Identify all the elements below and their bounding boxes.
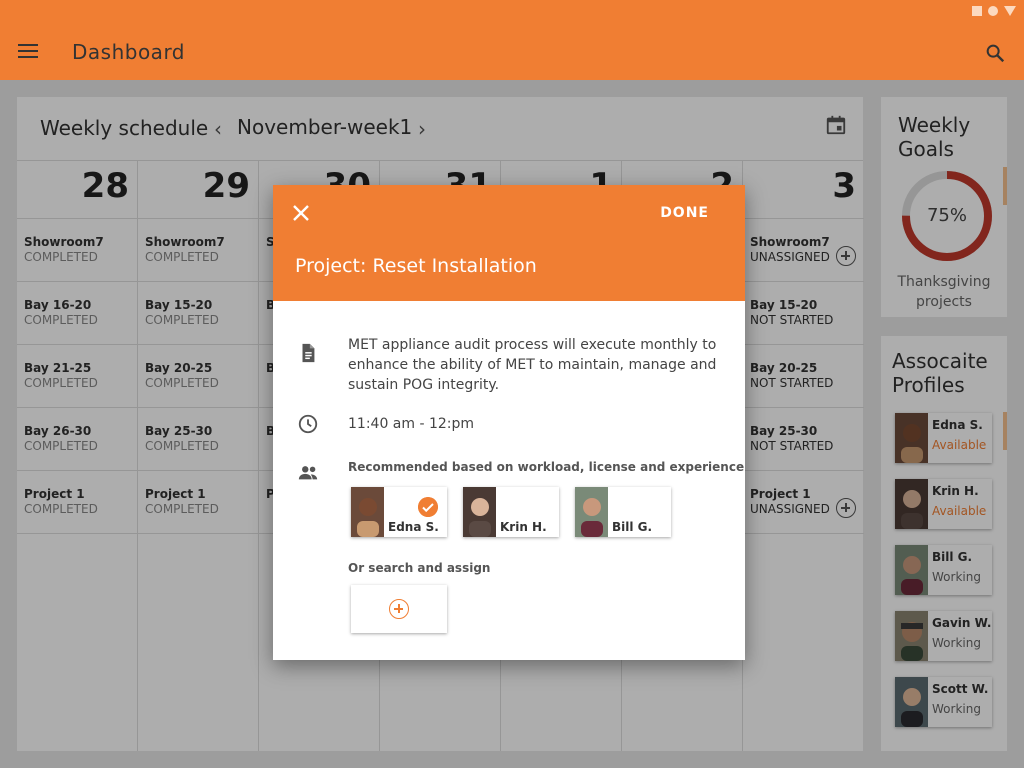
project-dialog: DONE Project: Reset Installation MET app… xyxy=(273,185,745,660)
done-button[interactable]: DONE xyxy=(660,205,709,221)
people-icon xyxy=(298,466,318,480)
avatar xyxy=(351,487,384,537)
search-icon[interactable] xyxy=(984,42,1006,64)
check-icon xyxy=(418,497,438,517)
search-assign-label: Or search and assign xyxy=(348,561,491,575)
dialog-title: Project: Reset Installation xyxy=(295,255,537,277)
project-time: 11:40 am - 12:pm xyxy=(348,416,475,432)
project-description: MET appliance audit process will execute… xyxy=(348,337,717,393)
status-bar-icons xyxy=(972,6,1016,16)
assignee-card[interactable]: Bill G. xyxy=(575,487,671,537)
avatar xyxy=(575,487,608,537)
circle-icon xyxy=(988,6,998,16)
add-circle-icon xyxy=(389,599,409,619)
assignee-card[interactable]: Krin H. xyxy=(463,487,559,537)
clock-icon xyxy=(298,414,318,434)
close-icon[interactable] xyxy=(291,203,311,223)
assignee-name: Krin H. xyxy=(500,520,547,534)
search-assign-button[interactable] xyxy=(351,585,447,633)
assignee-name: Bill G. xyxy=(612,520,653,534)
menu-icon[interactable] xyxy=(18,44,38,60)
triangle-icon xyxy=(1004,6,1016,16)
assignee-name: Edna S. xyxy=(388,520,439,534)
avatar xyxy=(463,487,496,537)
app-bar: Dashboard xyxy=(0,0,1024,80)
square-icon xyxy=(972,6,982,16)
description-icon xyxy=(302,343,315,363)
app-title: Dashboard xyxy=(72,40,186,64)
assignee-card[interactable]: Edna S. xyxy=(351,487,447,537)
dialog-header: DONE Project: Reset Installation xyxy=(273,185,745,301)
recommended-label: Recommended based on workload, license a… xyxy=(348,460,745,474)
